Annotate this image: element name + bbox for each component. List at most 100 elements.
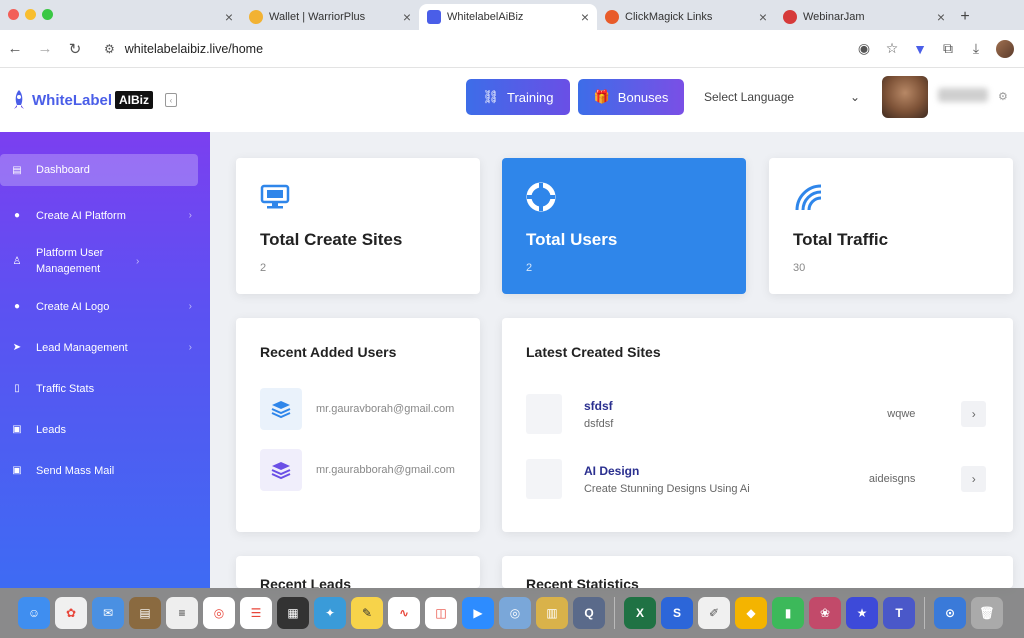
bonuses-label: Bonuses <box>617 89 669 105</box>
browser-tab[interactable]: WebinarJam × <box>775 4 953 30</box>
sketch-icon[interactable]: ◆ <box>735 597 767 629</box>
list-item[interactable]: mr.gauravborah@gmail.com <box>260 388 454 430</box>
chevron-down-icon: ⌄ <box>849 90 860 104</box>
extension-shield-icon[interactable]: ▼ <box>906 41 934 57</box>
stat-card-total-users: Total Users 2 <box>502 158 746 294</box>
site-settings-icon[interactable]: ⚙ <box>104 42 115 56</box>
photos-icon[interactable]: ✿ <box>55 597 87 629</box>
textedit-icon[interactable]: ✐ <box>698 597 730 629</box>
sidebar-item-lead-management[interactable]: ➤ Lead Management › <box>0 327 210 368</box>
document-icon[interactable]: ≡ <box>166 597 198 629</box>
skype-icon[interactable]: S <box>661 597 693 629</box>
browser-tab[interactable]: × <box>63 4 241 30</box>
freeform-icon[interactable]: ∿ <box>388 597 420 629</box>
site-description: dsfdsf <box>583 417 614 430</box>
star-icon[interactable]: ☆ <box>878 40 906 57</box>
browser-tab[interactable]: Wallet | WarriorPlus × <box>241 4 419 30</box>
chevron-right-icon[interactable]: › <box>961 401 987 427</box>
close-icon[interactable]: × <box>403 9 411 25</box>
forward-arrow-icon[interactable]: → <box>30 40 60 57</box>
sidebar-item-create-ai-platform[interactable]: ● Create AI Platform › <box>0 195 210 236</box>
calculator-icon[interactable]: ▦ <box>277 597 309 629</box>
list-item[interactable]: mr.gaurabborah@gmail.com <box>260 449 455 491</box>
dock: ☺ ✿ ✉ ▤ ≡ ◎ ☰ ▦ ✦ ✎ ∿ ◫ ▶ ◎ ▥ Q X S ✐ ◆ … <box>0 588 1024 638</box>
excel-icon[interactable]: X <box>624 597 656 629</box>
user-name-blurred[interactable] <box>938 88 988 102</box>
star-app-icon[interactable]: ★ <box>846 597 878 629</box>
sidebar-item-label: Create AI Logo <box>36 300 110 313</box>
notes-app-icon[interactable]: ▥ <box>536 597 568 629</box>
url-field[interactable]: ⚙ whitelabelaibiz.live/home <box>98 35 842 63</box>
tab-title: ClickMagick Links <box>625 11 713 23</box>
minimize-window-button[interactable] <box>25 9 36 20</box>
sidebar-item-label: Traffic Stats <box>36 382 95 395</box>
eye-off-icon[interactable]: ◉ <box>850 40 878 57</box>
recent-leads-card: Recent Leads <box>236 556 480 588</box>
user-avatar[interactable] <box>882 76 928 118</box>
site-name[interactable]: sfdsf <box>584 399 811 413</box>
close-icon[interactable]: × <box>581 9 589 25</box>
safari-icon[interactable]: ◎ <box>499 597 531 629</box>
notes-folder-icon[interactable]: ▤ <box>129 597 161 629</box>
stat-value: 30 <box>793 262 806 274</box>
photo-app-icon[interactable]: ❀ <box>809 597 841 629</box>
clickmagick-favicon-icon <box>605 10 619 24</box>
reminders-icon[interactable]: ☰ <box>240 597 272 629</box>
close-icon[interactable]: × <box>225 9 233 25</box>
training-button[interactable]: ⛓ Training <box>466 79 570 115</box>
table-row[interactable]: sfdsf dsfdsf wqwe › <box>526 392 987 436</box>
sidebar-item-dashboard[interactable]: ▤ Dashboard <box>0 154 198 186</box>
back-arrow-icon[interactable]: ← <box>0 40 30 57</box>
quicktime-icon[interactable]: Q <box>573 597 605 629</box>
browser-profile-avatar[interactable] <box>996 39 1014 58</box>
calendar-icon[interactable]: ◫ <box>425 597 457 629</box>
close-icon[interactable]: × <box>759 9 767 25</box>
close-icon[interactable]: × <box>937 9 945 25</box>
site-thumbnail <box>526 394 562 434</box>
sidebar-item-label: Send Mass Mail <box>36 464 115 477</box>
inbox-icon: ▣ <box>12 465 22 476</box>
mail-icon[interactable]: ✉ <box>92 597 124 629</box>
user-email: mr.gauravborah@gmail.com <box>316 403 455 415</box>
downloads-folder-icon[interactable]: ⊙ <box>934 597 966 629</box>
language-select[interactable]: Select Language ⌄ <box>694 79 870 115</box>
chevron-right-icon[interactable]: › <box>961 466 987 492</box>
teams-icon[interactable]: T <box>883 597 915 629</box>
zoom-icon[interactable]: ▶ <box>462 597 494 629</box>
sidebar-item-platform-user-management[interactable]: ♙ Platform User Management › <box>0 236 210 286</box>
wifi-icon <box>793 182 989 212</box>
download-icon[interactable]: ⤓ <box>962 40 990 57</box>
table-row[interactable]: AI Design Create Stunning Designs Using … <box>526 457 987 501</box>
settings-icon[interactable]: ⚙ <box>998 90 1008 103</box>
browser-tab-active[interactable]: WhitelabelAiBiz × <box>419 4 597 30</box>
close-window-button[interactable] <box>8 9 19 20</box>
maps-icon[interactable]: ✦ <box>314 597 346 629</box>
chrome-icon[interactable]: ◎ <box>203 597 235 629</box>
layers-icon <box>260 388 302 430</box>
globe-icon: ● <box>13 210 21 221</box>
site-name[interactable]: AI Design <box>584 464 811 478</box>
trash-icon[interactable]: 🗑 <box>971 597 1003 629</box>
recent-leads-title: Recent Leads <box>260 576 352 588</box>
finder-icon[interactable]: ☺ <box>18 597 50 629</box>
sidebar-item-leads[interactable]: ▣ Leads <box>0 409 210 450</box>
dock-separator <box>924 597 925 629</box>
sidebar-item-create-ai-logo[interactable]: ● Create AI Logo › <box>0 286 210 327</box>
sidebar-item-send-mass-mail[interactable]: ▣ Send Mass Mail <box>0 450 210 491</box>
dock-separator <box>614 597 615 629</box>
reload-icon[interactable]: ↻ <box>60 40 90 58</box>
dashboard-icon: ▤ <box>12 164 22 176</box>
sidebar-collapse-icon[interactable]: ‹ <box>165 93 178 107</box>
tab-title: WebinarJam <box>803 11 865 23</box>
logo-badge: AIBiz <box>115 91 154 109</box>
puzzle-icon[interactable]: ⧉ <box>934 40 962 57</box>
latest-sites-title: Latest Created Sites <box>526 344 661 360</box>
logo[interactable]: WhiteLabel AIBiz <box>10 89 154 111</box>
numbers-icon[interactable]: ▮ <box>772 597 804 629</box>
sidebar-item-traffic-stats[interactable]: ▯ Traffic Stats <box>0 368 210 409</box>
new-tab-button[interactable]: + <box>953 4 977 30</box>
bonuses-button[interactable]: 🎁 Bonuses <box>578 79 684 115</box>
notes-icon[interactable]: ✎ <box>351 597 383 629</box>
browser-tab[interactable]: ClickMagick Links × <box>597 4 775 30</box>
maximize-window-button[interactable] <box>42 9 53 20</box>
